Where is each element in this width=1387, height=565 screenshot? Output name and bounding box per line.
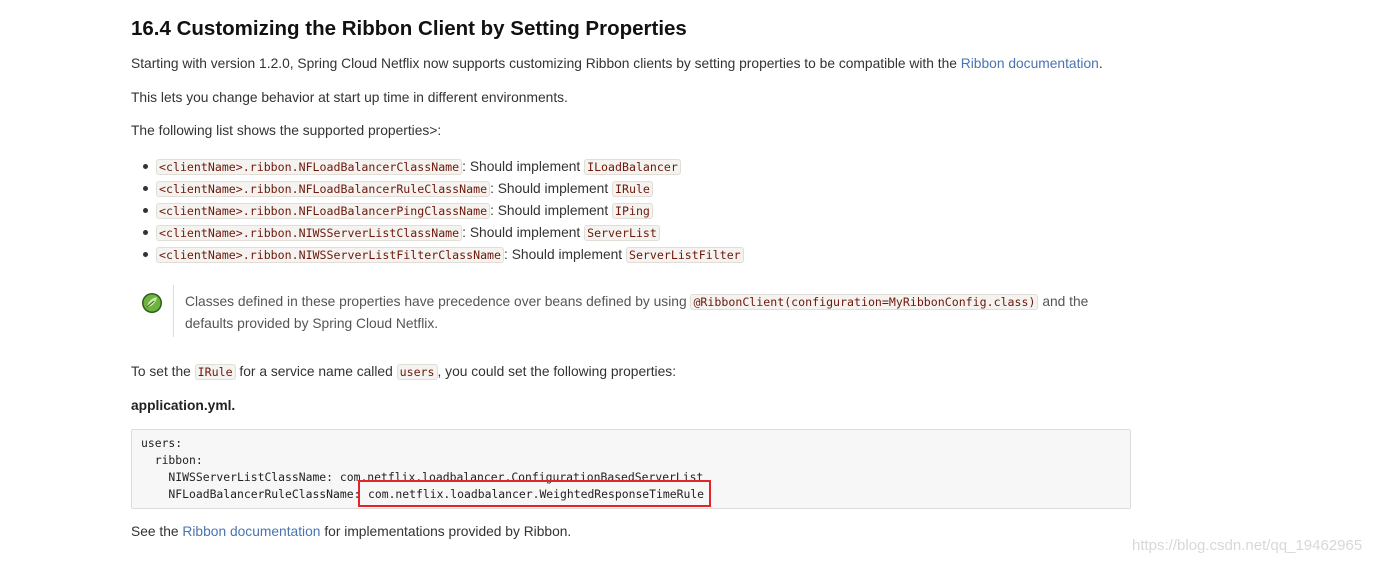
ribbon-doc-link[interactable]: Ribbon documentation [961, 56, 1099, 71]
spring-leaf-icon [142, 293, 162, 313]
behavior-paragraph: This lets you change behavior at start u… [131, 90, 568, 105]
list-item: <clientName>.ribbon.NFLoadBalancerPingCl… [131, 200, 744, 222]
list-intro-paragraph: The following list shows the supported p… [131, 123, 442, 138]
yaml-code-block: users: ribbon: NIWSServerListClassName: … [131, 429, 1131, 509]
code-line: NFLoadBalancerRuleClassName: [141, 487, 368, 501]
code-line: ribbon: [141, 453, 203, 467]
red-highlight-box [358, 480, 711, 507]
list-item: <clientName>.ribbon.NFLoadBalancerClassN… [131, 156, 744, 178]
list-item: <clientName>.ribbon.NIWSServerListFilter… [131, 244, 744, 266]
section-heading: 16.4 Customizing the Ribbon Client by Se… [131, 17, 687, 40]
code-block-title: application.yml. [131, 398, 236, 413]
ribbon-doc-link-footer[interactable]: Ribbon documentation [182, 524, 320, 539]
watermark: https://blog.csdn.net/qq_19462965 [1132, 537, 1363, 554]
admonition-divider [173, 285, 174, 337]
irule-paragraph: To set the IRule for a service name call… [131, 364, 677, 380]
list-item: <clientName>.ribbon.NFLoadBalancerRuleCl… [131, 178, 744, 200]
code-line: users: [141, 436, 183, 450]
tip-admonition: Classes defined in these properties have… [131, 285, 1131, 337]
properties-list: <clientName>.ribbon.NFLoadBalancerClassN… [131, 156, 744, 266]
footer-paragraph: See the Ribbon documentation for impleme… [131, 524, 572, 539]
intro-paragraph: Starting with version 1.2.0, Spring Clou… [131, 56, 1103, 71]
list-item: <clientName>.ribbon.NIWSServerListClassN… [131, 222, 744, 244]
admonition-text: Classes defined in these properties have… [185, 294, 1089, 331]
